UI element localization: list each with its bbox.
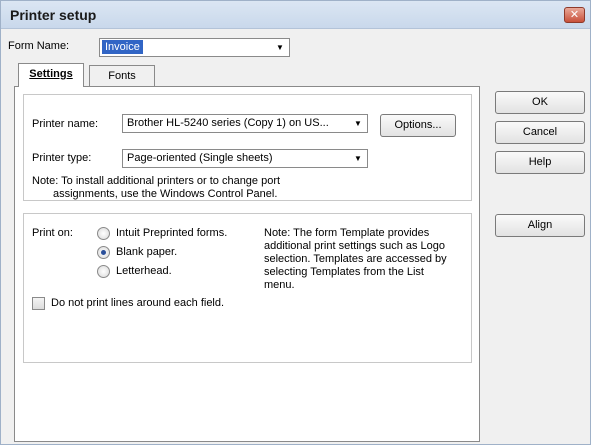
options-button[interactable]: Options... bbox=[380, 114, 456, 137]
radio-intuit-preprinted[interactable] bbox=[97, 227, 110, 240]
printer-note-line2: assignments, use the Windows Control Pan… bbox=[53, 188, 278, 200]
template-note-line4: selecting Templates from the List bbox=[264, 266, 424, 278]
template-note-line5: menu. bbox=[264, 279, 295, 291]
template-note-line2: additional print settings such as Logo bbox=[264, 240, 446, 252]
printer-name-label: Printer name: bbox=[32, 118, 99, 130]
printer-group: Printer name: Brother HL-5240 series (Co… bbox=[23, 94, 472, 201]
no-lines-checkbox[interactable] bbox=[32, 297, 45, 310]
printer-type-value: Page-oriented (Single sheets) bbox=[127, 152, 273, 164]
tab-fonts-label: Fonts bbox=[108, 70, 136, 82]
close-icon[interactable]: ✕ bbox=[564, 7, 585, 23]
printer-type-label: Printer type: bbox=[32, 152, 92, 164]
printer-name-value: Brother HL-5240 series (Copy 1) on US... bbox=[127, 117, 329, 129]
chevron-down-icon[interactable]: ▼ bbox=[351, 152, 365, 165]
radio-blank-paper[interactable] bbox=[97, 246, 110, 259]
title-bar: Printer setup ✕ bbox=[1, 1, 590, 29]
template-note-line3: selection. Templates are accessed by bbox=[264, 253, 447, 265]
radio-letterhead-label: Letterhead. bbox=[116, 265, 172, 277]
cancel-button[interactable]: Cancel bbox=[495, 121, 585, 144]
printer-note-line1: Note: To install additional printers or … bbox=[32, 175, 281, 187]
print-on-label: Print on: bbox=[32, 227, 73, 239]
window-title: Printer setup bbox=[10, 7, 97, 23]
no-lines-checkbox-label: Do not print lines around each field. bbox=[51, 297, 225, 309]
print-on-group: Print on: Intuit Preprinted forms. Blank… bbox=[23, 213, 472, 363]
radio-letterhead[interactable] bbox=[97, 265, 110, 278]
form-name-label: Form Name: bbox=[8, 40, 70, 52]
radio-blank-paper-label: Blank paper. bbox=[116, 246, 178, 258]
printer-setup-window: Printer setup ✕ Form Name: Invoice ▼ Set… bbox=[0, 0, 591, 445]
chevron-down-icon[interactable]: ▼ bbox=[351, 117, 365, 130]
form-name-select[interactable]: Invoice ▼ bbox=[99, 38, 290, 57]
settings-panel: Printer name: Brother HL-5240 series (Co… bbox=[14, 86, 480, 442]
align-button[interactable]: Align bbox=[495, 214, 585, 237]
help-button[interactable]: Help bbox=[495, 151, 585, 174]
printer-name-select[interactable]: Brother HL-5240 series (Copy 1) on US...… bbox=[122, 114, 368, 133]
tab-fonts[interactable]: Fonts bbox=[89, 65, 155, 87]
printer-type-select[interactable]: Page-oriented (Single sheets) ▼ bbox=[122, 149, 368, 168]
chevron-down-icon[interactable]: ▼ bbox=[273, 41, 287, 54]
ok-button[interactable]: OK bbox=[495, 91, 585, 114]
radio-intuit-preprinted-label: Intuit Preprinted forms. bbox=[116, 227, 228, 239]
form-name-value: Invoice bbox=[102, 40, 143, 54]
tab-settings[interactable]: Settings bbox=[18, 63, 84, 87]
tab-settings-label: Settings bbox=[29, 68, 73, 80]
template-note-line1: Note: The form Template provides bbox=[264, 227, 430, 239]
